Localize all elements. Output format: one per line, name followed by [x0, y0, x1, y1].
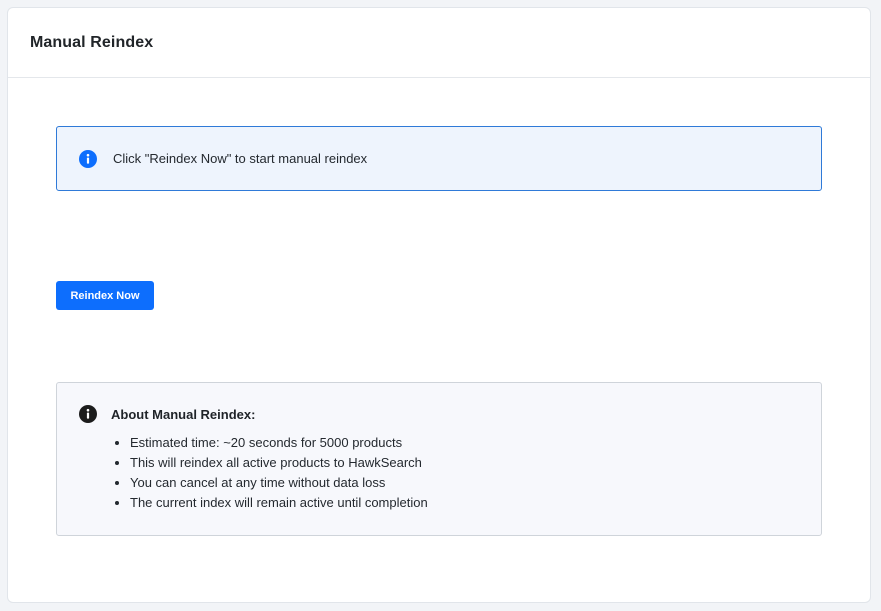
about-list: Estimated time: ~20 seconds for 5000 pro… [79, 433, 799, 513]
about-header: About Manual Reindex: [79, 405, 799, 423]
alert-message: Click "Reindex Now" to start manual rein… [113, 151, 368, 166]
card-header: Manual Reindex [8, 8, 870, 78]
reindex-now-button[interactable]: Reindex Now [56, 281, 154, 310]
list-item: You can cancel at any time without data … [130, 473, 799, 493]
info-alert: Click "Reindex Now" to start manual rein… [56, 126, 822, 191]
list-item: The current index will remain active unt… [130, 493, 799, 513]
about-panel: About Manual Reindex: Estimated time: ~2… [56, 382, 822, 536]
info-circle-icon [79, 149, 97, 168]
about-title: About Manual Reindex: [111, 406, 256, 422]
manual-reindex-card: Manual Reindex Click "Reindex Now" to st… [7, 7, 871, 603]
list-item: This will reindex all active products to… [130, 453, 799, 473]
page-title: Manual Reindex [30, 33, 154, 51]
list-item: Estimated time: ~20 seconds for 5000 pro… [130, 433, 799, 453]
info-circle-icon [79, 405, 97, 423]
